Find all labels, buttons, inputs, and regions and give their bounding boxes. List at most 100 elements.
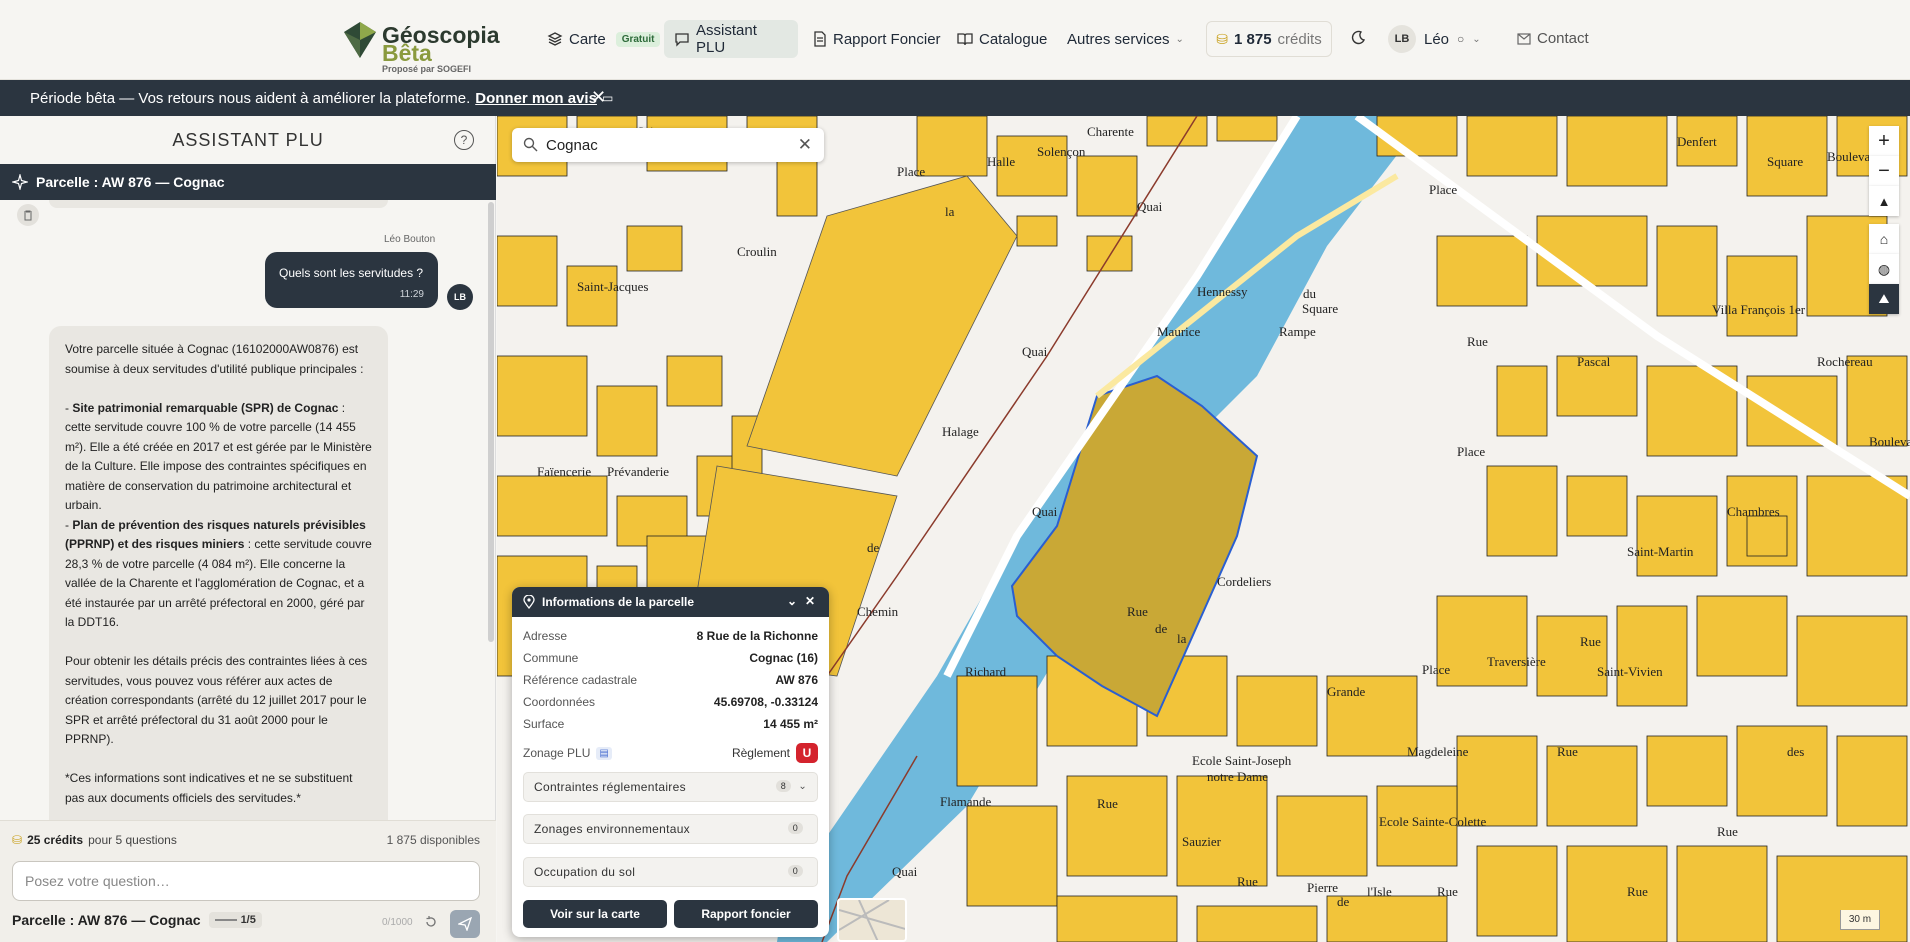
nav-rapport-label: Rapport Foncier: [833, 30, 941, 48]
map-label: Rue: [1437, 884, 1458, 899]
map-label: Ecole Saint-Joseph: [1192, 753, 1292, 768]
help-icon[interactable]: ?: [454, 130, 474, 150]
map-label: Quai: [1137, 199, 1163, 214]
info-row-coords: Coordonnées 45.69708, -0.33124: [523, 695, 818, 709]
info-row-address: Adresse 8 Rue de la Richonne: [523, 629, 818, 643]
mail-icon: [1517, 32, 1531, 45]
servitude-item-pprnp: - Plan de prévention des risques naturel…: [65, 517, 372, 630]
sparkle-icon: [12, 174, 28, 190]
map-label: Grande: [1327, 684, 1365, 699]
info-row-commune: Commune Cognac (16): [523, 651, 818, 665]
map-label: Square: [1767, 154, 1803, 169]
contact-link[interactable]: Contact: [1517, 30, 1589, 47]
zoom-in-button[interactable]: +: [1869, 126, 1899, 156]
compass-button[interactable]: ▲: [1869, 186, 1899, 216]
zoom-out-button[interactable]: −: [1869, 156, 1899, 186]
message-sender: Léo Bouton: [384, 234, 436, 245]
map-label: Rue: [1467, 334, 1488, 349]
credits-button[interactable]: ⛁ 1 875 crédits: [1206, 21, 1332, 57]
question-input[interactable]: Posez votre question…: [12, 861, 480, 901]
section-contraintes[interactable]: Contraintes réglementaires 8 ⌄: [523, 772, 818, 802]
basemap-switcher[interactable]: [837, 898, 907, 942]
nav-autres-services[interactable]: Autres services ⌄: [1057, 20, 1194, 58]
close-icon[interactable]: ✕: [805, 594, 815, 608]
info-key: Surface: [523, 717, 565, 731]
minimap-icon: [839, 900, 905, 940]
collapse-icon[interactable]: ⌄: [787, 594, 797, 608]
brand-logo[interactable]: Géoscopia Bêta Proposé par SOGEFI: [342, 18, 502, 74]
assistant-panel: ASSISTANT PLU ? Parcelle : AW 876 — Cogn…: [0, 116, 496, 942]
chat-thread[interactable]: Léo Bouton Quels sont les servitudes ? 1…: [0, 200, 496, 820]
theme-toggle[interactable]: [1348, 28, 1368, 48]
nav-carte[interactable]: Carte Gratuit: [537, 20, 670, 58]
pager-bar-icon: [214, 919, 237, 921]
map-label: Sauzier: [1182, 834, 1222, 849]
user-name: Léo: [1424, 30, 1450, 48]
doc-icon[interactable]: ▤: [596, 746, 612, 760]
search-input[interactable]: Cognac: [546, 137, 598, 154]
map-label: Quai: [892, 864, 918, 879]
info-row-surface: Surface 14 455 m²: [523, 717, 818, 731]
section-count: 8: [775, 780, 791, 792]
parcel-context-bar: Parcelle : AW 876 — Cognac: [0, 164, 496, 200]
parcel-context-label: Parcelle : AW 876 — Cognac: [36, 174, 225, 190]
terrain-button[interactable]: ⛰: [1869, 284, 1899, 314]
close-banner-button[interactable]: ✕: [591, 87, 606, 108]
coins-icon: ⛁: [12, 833, 23, 847]
map-label: Chambres: [1727, 504, 1780, 519]
nav-assistant-plu[interactable]: Assistant PLU: [664, 20, 798, 58]
servitude-text: : cette servitude couvre 100 % de votre …: [65, 400, 372, 513]
assistant-intro: Votre parcelle située à Cognac (16102000…: [65, 342, 364, 376]
nav-catalogue[interactable]: Catalogue: [947, 20, 1057, 58]
coins-icon: ⛁: [1216, 30, 1228, 47]
cost-value: 25 crédits: [27, 833, 84, 847]
map-label: des: [1787, 744, 1804, 759]
feedback-link[interactable]: Donner mon avis: [475, 90, 597, 107]
map-label: Traversière: [1487, 654, 1546, 669]
section-count: 0: [787, 865, 803, 877]
map-label: Villa François 1er: [1712, 302, 1806, 317]
map-label: Ecole Sainte-Colette: [1379, 814, 1486, 829]
map-label: la: [1177, 631, 1187, 646]
map-label: Rochereau: [1817, 354, 1873, 369]
info-value: 8 Rue de la Richonne: [696, 629, 818, 643]
brand-beta: Bêta: [382, 40, 432, 66]
logo-icon: [344, 22, 376, 58]
map-label: Charente: [1087, 124, 1134, 139]
chevron-down-icon: ⌄: [1175, 33, 1184, 45]
map-label: Rue: [1557, 744, 1578, 759]
view-on-map-button[interactable]: Voir sur la carte: [523, 900, 667, 928]
section-environnement[interactable]: Zonages environnementaux 0: [523, 814, 818, 844]
nav-rapport-foncier[interactable]: Rapport Foncier: [803, 20, 951, 58]
map-label: de: [1155, 621, 1168, 636]
info-key: Adresse: [523, 629, 568, 643]
map-label: de: [867, 540, 880, 555]
map-label: Place: [1422, 662, 1450, 677]
land-report-button[interactable]: Rapport foncier: [674, 900, 818, 928]
chat-scrollbar[interactable]: [488, 202, 494, 642]
beta-banner: Période bêta — Vos retours nous aident à…: [0, 80, 1910, 116]
chat-icon: [675, 33, 689, 47]
map-label: Saint-Jacques: [577, 279, 648, 294]
location-pin-icon: [523, 595, 535, 609]
map-label: Pierre: [1307, 880, 1338, 895]
clear-search-icon[interactable]: ✕: [798, 135, 812, 155]
map-label: Rue: [1127, 604, 1148, 619]
map-label: Hennessy: [1197, 284, 1248, 299]
globe-button[interactable]: ◍: [1869, 254, 1899, 284]
home-button[interactable]: ⌂: [1869, 224, 1899, 254]
section-occupation[interactable]: Occupation du sol 0: [523, 857, 818, 887]
layers-icon: [547, 32, 563, 46]
map-search-box[interactable]: Cognac ✕: [512, 128, 824, 162]
send-button[interactable]: [450, 910, 480, 938]
status-icon: ○: [1457, 32, 1465, 46]
reset-icon[interactable]: [424, 915, 438, 929]
section-label: Zonages environnementaux: [534, 822, 690, 836]
trash-icon[interactable]: [17, 204, 39, 226]
zone-badge[interactable]: U: [796, 743, 818, 763]
map-label: Quai: [1022, 344, 1048, 359]
user-menu[interactable]: LB Léo ○ ⌄: [1388, 25, 1481, 53]
map-label: Rue: [1717, 824, 1738, 839]
map-scale: 30 m: [1840, 910, 1880, 930]
section-label: Occupation du sol: [534, 865, 636, 879]
